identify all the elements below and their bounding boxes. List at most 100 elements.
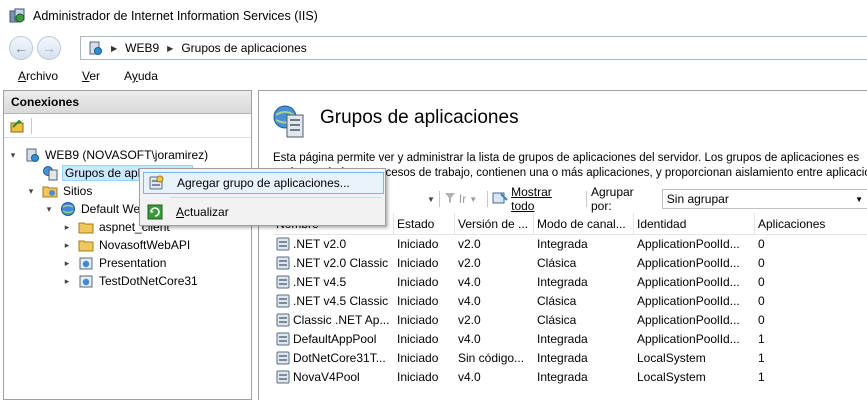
main-panel: Grupos de aplicaciones Esta página permi… bbox=[258, 90, 867, 400]
tree-node[interactable]: ▸ TestDotNetCore31 bbox=[62, 272, 198, 290]
breadcrumb-server[interactable]: WEB9 bbox=[125, 41, 159, 55]
go-button[interactable]: Ir ▼ bbox=[444, 192, 477, 207]
tree-node[interactable]: ▾ Sitios bbox=[26, 182, 93, 200]
tree-node-label: Presentation bbox=[99, 256, 167, 270]
collapse-arrow-icon[interactable]: ▾ bbox=[44, 204, 54, 215]
table-cell: v4.0 bbox=[458, 370, 481, 384]
table-cell: 0 bbox=[758, 313, 765, 327]
table-cell: Iniciado bbox=[397, 294, 439, 308]
table-cell: DotNetCore31T... bbox=[273, 349, 394, 368]
expand-arrow-icon[interactable]: ▸ bbox=[62, 240, 72, 251]
table-cell: 0 bbox=[758, 237, 765, 251]
folder-icon bbox=[78, 219, 94, 235]
app-pool-icon bbox=[276, 370, 290, 384]
table-cell: .NET v2.0 Classic bbox=[273, 254, 394, 273]
window-title: Administrador de Internet Information Se… bbox=[33, 9, 318, 23]
menu-bar: Archivo Ver Ayuda bbox=[0, 64, 867, 88]
connect-icon[interactable] bbox=[9, 118, 25, 134]
table-row[interactable]: .NET v2.0 Classic Iniciado v2.0 Clásica Appl… bbox=[273, 254, 867, 273]
expand-arrow-icon[interactable]: ▸ bbox=[62, 222, 72, 233]
table-cell: v2.0 bbox=[458, 313, 481, 327]
table-cell: Iniciado bbox=[397, 332, 439, 346]
app-pool-icon bbox=[276, 351, 290, 365]
table-cell: Iniciado bbox=[397, 275, 439, 289]
app-pool-icon bbox=[276, 275, 290, 289]
table-cell: 0 bbox=[758, 294, 765, 308]
table-cell: v4.0 bbox=[458, 294, 481, 308]
web-app-icon bbox=[78, 255, 94, 271]
table-cell: v2.0 bbox=[458, 237, 481, 251]
table-cell: .NET v4.5 bbox=[273, 273, 394, 292]
menu-ayuda[interactable]: Ayuda bbox=[124, 69, 158, 83]
table-cell: Clásica bbox=[537, 294, 577, 308]
table-cell: 1 bbox=[758, 370, 765, 384]
group-by-label: Agrupar por: bbox=[590, 185, 634, 213]
column-header[interactable]: Identidad bbox=[634, 213, 755, 235]
connections-panel: Conexiones ▾ WEB9 (NOVASOFT\joramirez) Gru… bbox=[3, 90, 252, 400]
column-header[interactable]: Modo de canal... bbox=[534, 213, 634, 235]
column-header[interactable]: Aplicaciones bbox=[755, 213, 867, 235]
menu-separator bbox=[170, 197, 382, 198]
expand-arrow-icon[interactable]: ▸ bbox=[62, 276, 72, 287]
table-cell: LocalSystem bbox=[637, 351, 706, 365]
tree-node[interactable]: ▸ NovasoftWebAPI bbox=[62, 236, 190, 254]
arrow-right-icon: → bbox=[42, 40, 56, 56]
table-cell: .NET v2.0 bbox=[273, 235, 394, 254]
table-row[interactable]: NovaV4Pool Iniciado v4.0 Integrada LocalSyst… bbox=[273, 368, 867, 387]
menu-archivo[interactable]: Archivo bbox=[18, 69, 58, 83]
table-cell: Clásica bbox=[537, 313, 577, 327]
expand-arrow-icon[interactable]: ▸ bbox=[62, 258, 72, 269]
page-title: Grupos de aplicaciones bbox=[320, 107, 519, 128]
breadcrumb-app-pools[interactable]: Grupos de aplicaciones bbox=[181, 41, 306, 55]
refresh-menu-item[interactable]: Actualizar bbox=[143, 201, 384, 223]
column-header[interactable]: Versión de ... bbox=[455, 213, 534, 235]
table-cell: LocalSystem bbox=[637, 370, 706, 384]
table-cell: ApplicationPoolId... bbox=[637, 332, 740, 346]
globe-icon bbox=[60, 201, 76, 217]
connections-header: Conexiones bbox=[4, 91, 251, 114]
table-cell: Integrada bbox=[537, 370, 588, 384]
sites-folder-icon bbox=[42, 183, 58, 199]
table-cell: Iniciado bbox=[397, 313, 439, 327]
show-all-button[interactable]: Mostrar todo bbox=[492, 185, 576, 213]
app-pool-icon bbox=[276, 294, 290, 308]
server-icon bbox=[87, 40, 103, 56]
table-row[interactable]: Classic .NET Ap... Iniciado v2.0 Clásica App… bbox=[273, 311, 867, 330]
show-all-icon bbox=[492, 191, 508, 208]
collapse-arrow-icon[interactable]: ▾ bbox=[8, 150, 18, 161]
group-by-select[interactable]: Sin agrupar ▼ bbox=[661, 189, 867, 209]
dropdown-arrow-icon[interactable]: ▼ bbox=[427, 195, 435, 204]
funnel-icon bbox=[444, 192, 456, 207]
table-cell: v2.0 bbox=[458, 256, 481, 270]
dropdown-arrow-icon: ▼ bbox=[855, 194, 863, 204]
collapse-arrow-icon[interactable]: ▾ bbox=[26, 186, 36, 197]
table-row[interactable]: .NET v4.5 Iniciado v4.0 Integrada Applicatio… bbox=[273, 273, 867, 292]
back-button[interactable]: ← bbox=[9, 36, 33, 60]
add-app-pool-menu-item[interactable]: Agregar grupo de aplicaciones... bbox=[143, 172, 384, 194]
table-cell: Iniciado bbox=[397, 351, 439, 365]
table-row[interactable]: .NET v2.0 Iniciado v2.0 Integrada Applicatio… bbox=[273, 235, 867, 254]
tree-node[interactable]: ▾ WEB9 (NOVASOFT\joramirez) bbox=[8, 146, 208, 164]
table-cell: DefaultAppPool bbox=[273, 330, 394, 349]
table-row[interactable]: DefaultAppPool Iniciado v4.0 Integrada Appli… bbox=[273, 330, 867, 349]
table-cell: 1 bbox=[758, 332, 765, 346]
toolbar-separator bbox=[31, 117, 32, 134]
table-cell: Clásica bbox=[537, 256, 577, 270]
forward-button[interactable]: → bbox=[37, 36, 61, 60]
menu-ver[interactable]: Ver bbox=[82, 69, 100, 83]
column-header[interactable]: Estado bbox=[394, 213, 455, 235]
tree-node[interactable]: ▸ Presentation bbox=[62, 254, 167, 272]
server-icon bbox=[24, 147, 40, 163]
app-pool-icon bbox=[42, 165, 58, 181]
table-cell: Integrada bbox=[537, 332, 588, 346]
tree-node-label: WEB9 (NOVASOFT\joramirez) bbox=[45, 148, 209, 162]
table-row[interactable]: .NET v4.5 Classic Iniciado v4.0 Clásica Appl… bbox=[273, 292, 867, 311]
address-bar[interactable]: ▶ WEB9 ▶ Grupos de aplicaciones bbox=[80, 36, 867, 60]
table-cell: v4.0 bbox=[458, 332, 481, 346]
table-cell: NovaV4Pool bbox=[273, 368, 394, 387]
app-pool-icon bbox=[276, 237, 290, 251]
table-row[interactable]: DotNetCore31T... Iniciado Sin código... Int… bbox=[273, 349, 867, 368]
table-cell: Classic .NET Ap... bbox=[273, 311, 394, 330]
table-cell: ApplicationPoolId... bbox=[637, 294, 740, 308]
app-pools-grid: NombreEstadoVersión de ...Modo de canal.… bbox=[273, 213, 867, 387]
